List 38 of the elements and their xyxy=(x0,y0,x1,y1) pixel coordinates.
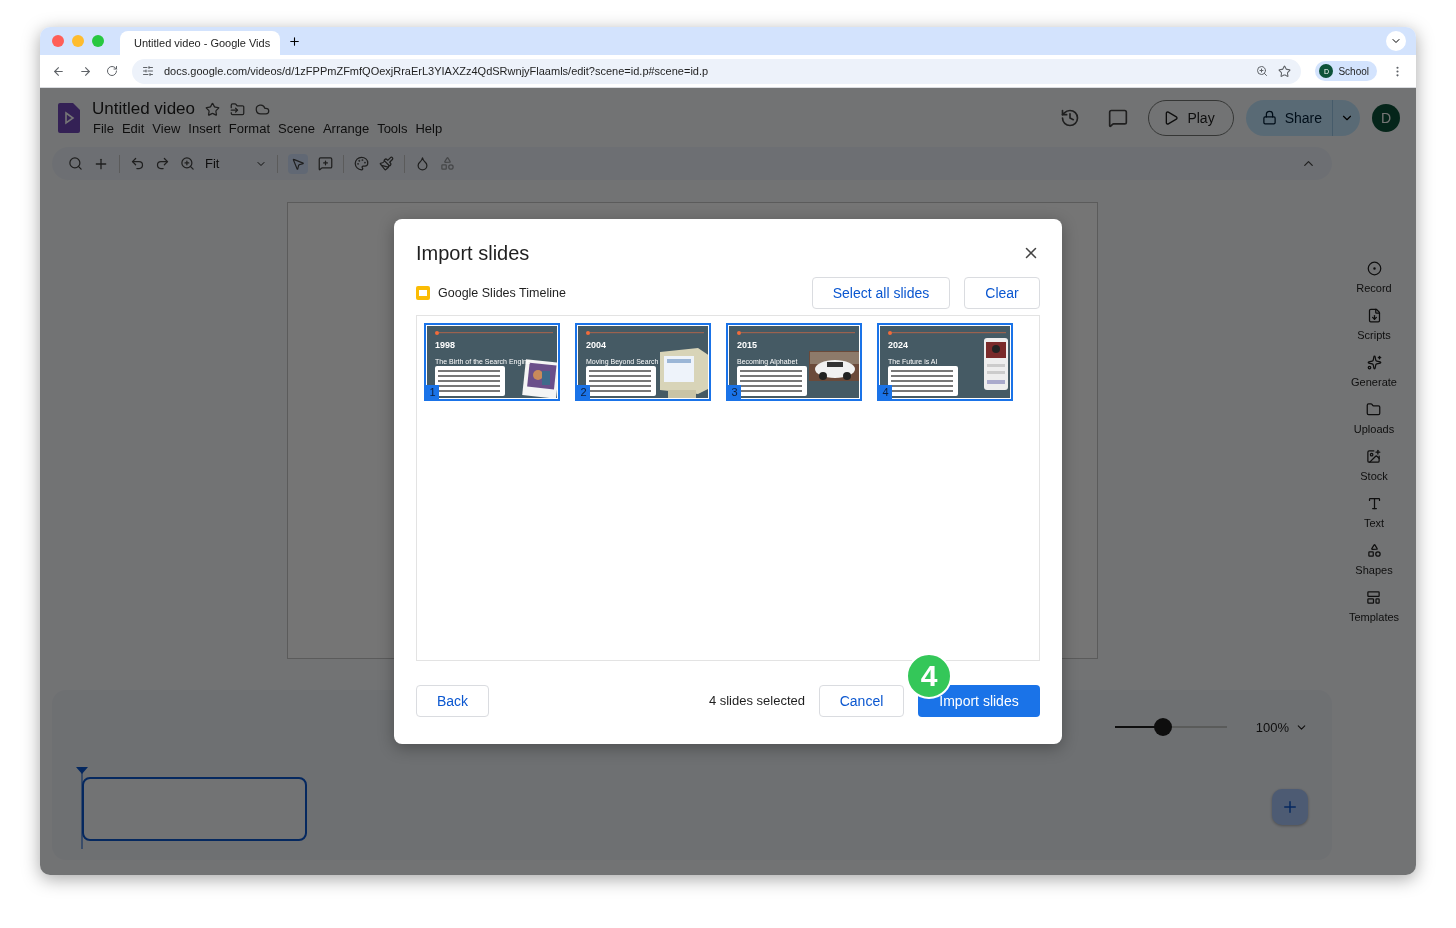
menu-item[interactable]: Format xyxy=(227,121,276,136)
source-name: Google Slides Timeline xyxy=(438,286,567,300)
sidebar-item[interactable]: Record xyxy=(1356,261,1392,294)
account-avatar[interactable]: D xyxy=(1372,103,1400,132)
menu-item[interactable]: Edit xyxy=(120,121,151,136)
sidebar-item[interactable]: Stock xyxy=(1360,449,1388,482)
slide-number: 4 xyxy=(879,385,892,399)
sidebar-item[interactable]: Templates xyxy=(1348,590,1400,623)
menu-item[interactable]: View xyxy=(151,121,187,136)
sidebar-item[interactable]: Text xyxy=(1363,496,1385,529)
slide-year: 2004 xyxy=(586,340,608,350)
sidebar-item[interactable]: Generate xyxy=(1351,355,1397,388)
selection-count: 4 slides selected xyxy=(708,693,805,708)
zoom-select[interactable]: Fit xyxy=(205,156,268,171)
sidebar-item[interactable]: Scripts xyxy=(1357,308,1391,341)
slide-year: 2015 xyxy=(737,340,759,350)
document-title[interactable]: Untitled video xyxy=(92,99,195,119)
browser-tab[interactable]: Untitled video - Google Vids xyxy=(120,31,280,55)
menu-item[interactable]: Scene xyxy=(277,121,321,136)
menu-item[interactable]: Help xyxy=(414,121,449,136)
menu-item[interactable]: Tools xyxy=(376,121,414,136)
select-all-button[interactable]: Select all slides xyxy=(812,277,950,309)
slide-year: 2024 xyxy=(888,340,910,350)
back-button[interactable]: Back xyxy=(416,684,489,717)
menu-item[interactable]: Arrange xyxy=(321,121,376,136)
slide-year: 1998 xyxy=(435,340,457,350)
sidebar-item[interactable]: Uploads xyxy=(1353,402,1395,435)
clear-button[interactable]: Clear xyxy=(964,277,1040,309)
slide-number: 1 xyxy=(426,385,439,399)
zoom-dropdown[interactable]: 100% xyxy=(1255,719,1308,735)
sidebar-item[interactable]: Shapes xyxy=(1355,543,1393,576)
menu-item[interactable]: Insert xyxy=(187,121,227,136)
slide-number: 3 xyxy=(728,385,741,399)
slide-number: 2 xyxy=(577,385,590,399)
menu-item[interactable]: File xyxy=(92,121,120,136)
cancel-button[interactable]: Cancel xyxy=(819,684,904,717)
address-bar[interactable]: docs.google.com/videos/d/1zFPPmZFmfQOexjRraErL3YIAXZz4QdSRwnjyFlaamls/edit?scene=id.p#scene=id.p xyxy=(132,58,1302,84)
dialog-title: Import slides xyxy=(416,241,530,265)
